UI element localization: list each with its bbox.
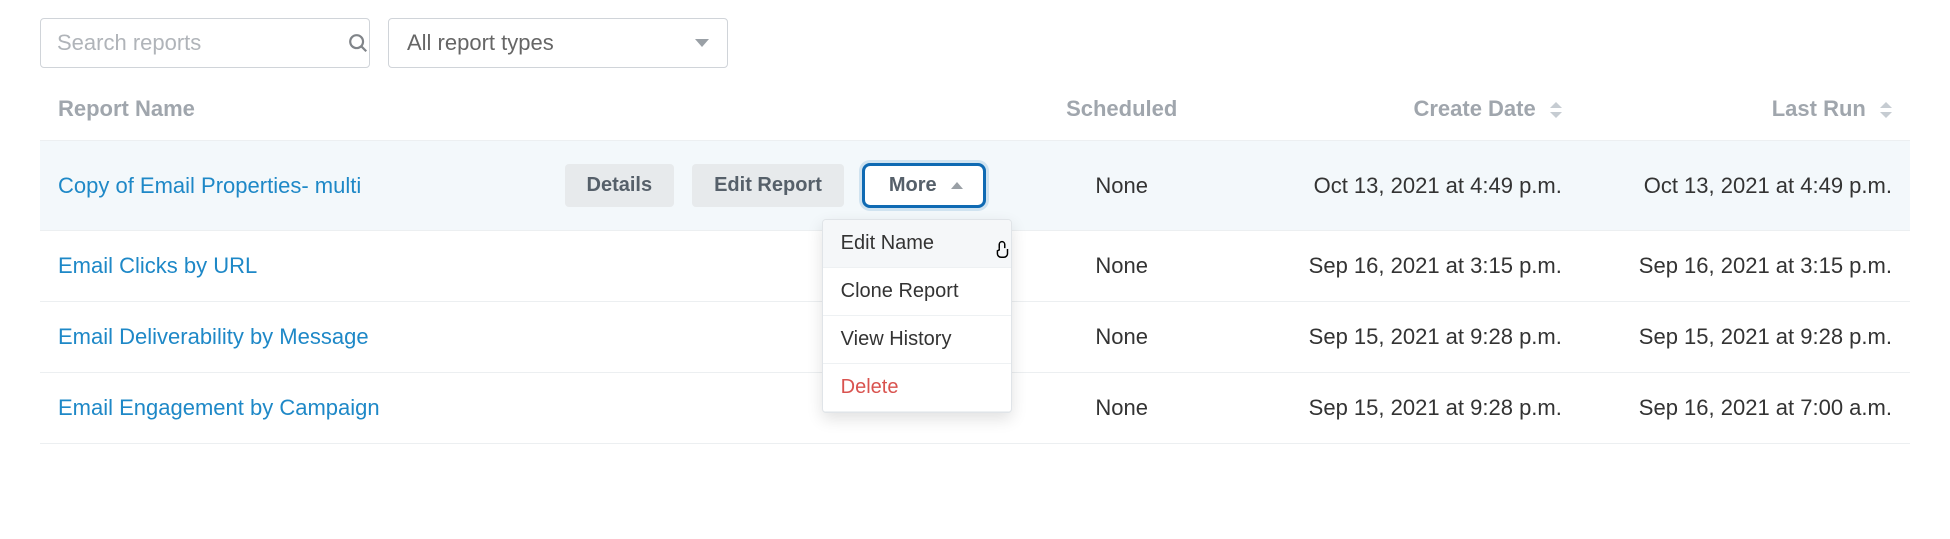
search-box[interactable]: [40, 18, 370, 68]
menu-item-delete[interactable]: Delete: [823, 364, 1011, 412]
report-name-link[interactable]: Email Clicks by URL: [58, 253, 257, 279]
menu-item-clone[interactable]: Clone Report: [823, 268, 1011, 316]
sort-icon: [1880, 102, 1892, 118]
column-header-create-date-label: Create Date: [1413, 96, 1535, 121]
more-button[interactable]: More: [862, 163, 986, 208]
menu-item-history[interactable]: View History: [823, 316, 1011, 364]
report-type-filter-label: All report types: [407, 30, 554, 56]
table-row: Copy of Email Properties- multi Details …: [40, 140, 1910, 230]
search-icon: [347, 32, 369, 54]
search-input[interactable]: [55, 29, 347, 57]
column-header-name[interactable]: Report Name: [58, 96, 1012, 122]
edit-report-button[interactable]: Edit Report: [692, 164, 844, 207]
chevron-up-icon: [951, 182, 963, 189]
report-type-filter[interactable]: All report types: [388, 18, 728, 68]
more-menu: Edit Name Clone Report View History Dele…: [822, 219, 1012, 413]
column-header-last-run-label: Last Run: [1772, 96, 1866, 121]
cell-create-date: Sep 15, 2021 at 9:28 p.m.: [1232, 395, 1562, 421]
cell-scheduled: None: [1012, 253, 1232, 279]
cell-create-date: Oct 13, 2021 at 4:49 p.m.: [1232, 173, 1562, 199]
table-header: Report Name Scheduled Create Date Last R…: [40, 96, 1910, 140]
cell-last-run: Sep 16, 2021 at 7:00 a.m.: [1562, 395, 1892, 421]
toolbar: All report types: [40, 18, 1910, 68]
row-actions: Details Edit Report More Edit Name Clone…: [565, 163, 1012, 208]
menu-item-edit-name[interactable]: Edit Name: [823, 220, 1011, 268]
cell-scheduled: None: [1012, 395, 1232, 421]
sort-icon: [1550, 102, 1562, 118]
cell-last-run: Sep 16, 2021 at 3:15 p.m.: [1562, 253, 1892, 279]
column-header-last-run[interactable]: Last Run: [1562, 96, 1892, 122]
report-name-link[interactable]: Email Engagement by Campaign: [58, 395, 380, 421]
cell-last-run: Sep 15, 2021 at 9:28 p.m.: [1562, 324, 1892, 350]
cell-last-run: Oct 13, 2021 at 4:49 p.m.: [1562, 173, 1892, 199]
report-name-link[interactable]: Email Deliverability by Message: [58, 324, 369, 350]
cell-scheduled: None: [1012, 324, 1232, 350]
report-name-link[interactable]: Copy of Email Properties- multi: [58, 173, 488, 199]
cell-create-date: Sep 15, 2021 at 9:28 p.m.: [1232, 324, 1562, 350]
cell-scheduled: None: [1012, 173, 1232, 199]
column-header-create-date[interactable]: Create Date: [1232, 96, 1562, 122]
details-button[interactable]: Details: [565, 164, 675, 207]
reports-table: Report Name Scheduled Create Date Last R…: [40, 96, 1910, 444]
cell-create-date: Sep 16, 2021 at 3:15 p.m.: [1232, 253, 1562, 279]
more-button-label: More: [889, 174, 937, 197]
chevron-down-icon: [695, 39, 709, 47]
column-header-scheduled[interactable]: Scheduled: [1012, 96, 1232, 122]
